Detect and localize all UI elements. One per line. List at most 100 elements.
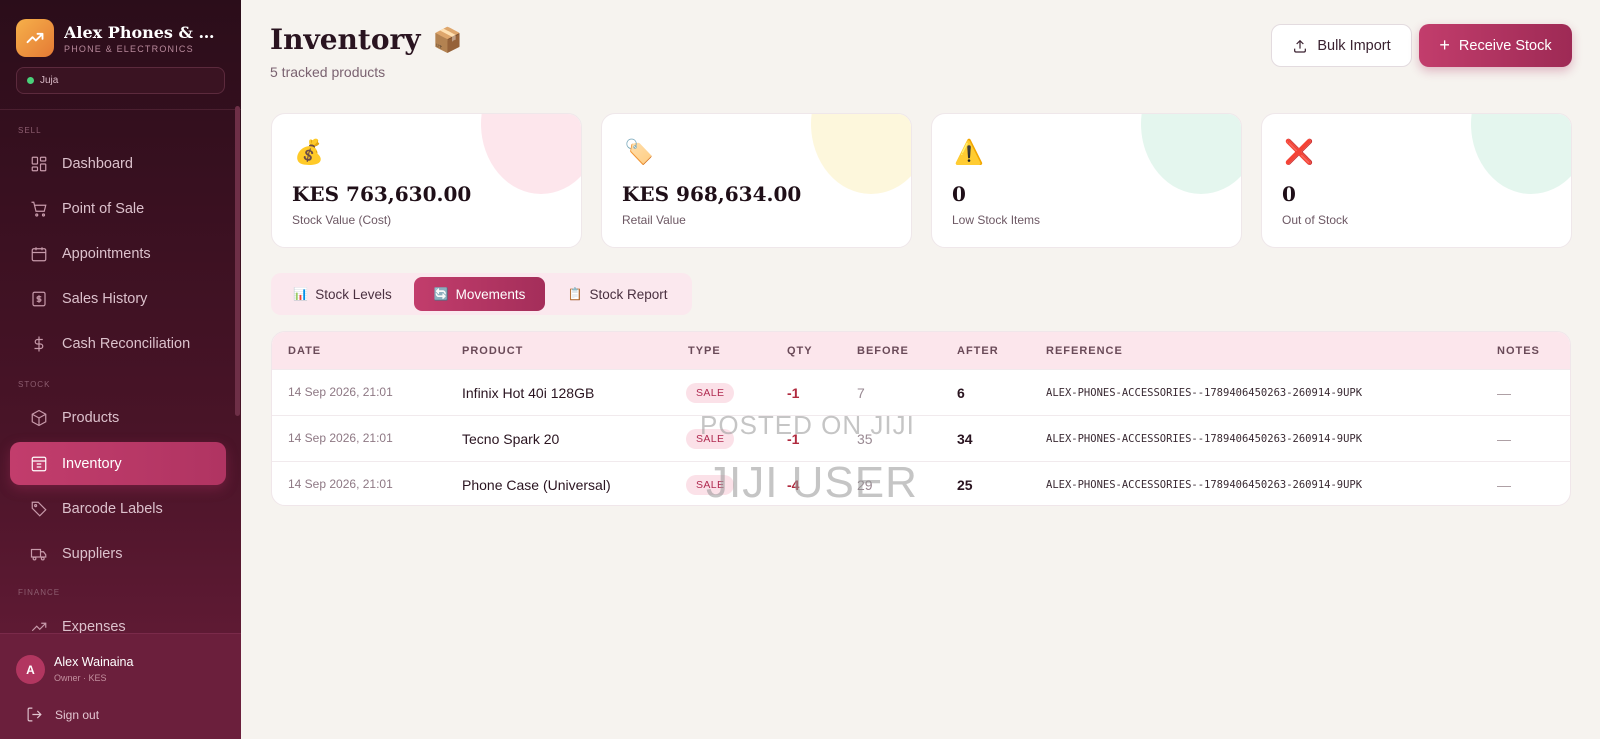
cross-icon: ❌ — [1284, 139, 1314, 166]
bar-chart-icon: 📊 — [293, 287, 309, 301]
receive-stock-button[interactable]: + Receive Stock — [1419, 24, 1572, 67]
receipt-icon — [32, 291, 46, 306]
avatar[interactable]: A — [16, 655, 45, 684]
bulk-import-label: Bulk Import — [1317, 37, 1391, 54]
column-header-type[interactable]: TYPE — [688, 345, 721, 357]
cell-after: 25 — [957, 477, 973, 493]
watermark-line-2: JIJI USER — [706, 458, 918, 507]
column-header-before[interactable]: BEFORE — [857, 345, 909, 357]
table-header: DATE PRODUCT TYPE QTY BEFORE AFTER REFER… — [272, 332, 1570, 369]
branch-selector[interactable]: Juja — [16, 67, 225, 94]
stat-label: Stock Value (Cost) — [292, 213, 392, 227]
tab-label: Movements — [455, 286, 526, 302]
cell-qty: -1 — [787, 385, 800, 401]
sidebar-item-sales-history[interactable]: Sales History — [10, 277, 226, 320]
user-profile: A Alex Wainaina Owner · KES Sign out — [0, 633, 241, 739]
money-bag-icon: 💰 — [294, 139, 324, 166]
cell-after: 34 — [957, 431, 973, 447]
bulk-import-button[interactable]: Bulk Import — [1271, 24, 1412, 67]
sign-out-button[interactable]: Sign out — [26, 706, 99, 723]
table-row[interactable]: 14 Sep 2026, 21:01 Infinix Hot 40i 128GB… — [272, 369, 1570, 415]
stat-value: KES 763,630.00 — [292, 182, 472, 206]
tab-stock-report[interactable]: 📋 Stock Report — [549, 277, 686, 311]
cell-after: 6 — [957, 385, 965, 401]
column-header-reference[interactable]: REFERENCE — [1046, 345, 1123, 357]
sidebar-item-label: Point of Sale — [62, 200, 145, 217]
plus-icon: + — [1439, 35, 1450, 55]
dollar-icon — [34, 336, 44, 351]
stat-card-stock-value: 💰 KES 763,630.00 Stock Value (Cost) — [271, 113, 582, 248]
sidebar-item-inventory[interactable]: Inventory — [10, 442, 226, 485]
truck-icon — [30, 548, 47, 560]
cell-product: Infinix Hot 40i 128GB — [462, 385, 595, 401]
cell-reference: ALEX-PHONES-ACCESSORIES--1789406450263-2… — [1046, 387, 1363, 399]
sidebar-item-label: Products — [62, 409, 120, 426]
clipboard-icon: 📋 — [567, 287, 583, 301]
tab-movements[interactable]: 🔄 Movements — [414, 277, 545, 311]
user-role: Owner · KES — [54, 673, 107, 683]
stat-label: Low Stock Items — [952, 213, 1041, 227]
sidebar-item-label: Dashboard — [62, 155, 133, 172]
movements-table: DATE PRODUCT TYPE QTY BEFORE AFTER REFER… — [271, 331, 1571, 506]
sidebar-item-point-of-sale[interactable]: Point of Sale — [10, 187, 226, 230]
sidebar-item-label: Appointments — [62, 245, 151, 262]
watermark-line-1: POSTED ON JIJI — [700, 410, 915, 440]
column-header-after[interactable]: AFTER — [957, 345, 999, 357]
upload-icon — [1294, 39, 1307, 53]
sidebar-scrollbar[interactable] — [235, 106, 240, 416]
stat-card-retail-value: 🏷️ KES 968,634.00 Retail Value — [601, 113, 912, 248]
sidebar-item-cash-reconciliation[interactable]: Cash Reconciliation — [10, 322, 226, 365]
sign-out-label: Sign out — [55, 707, 100, 722]
stat-card-low-stock: ⚠️ 0 Low Stock Items — [931, 113, 1242, 248]
column-header-notes[interactable]: NOTES — [1497, 345, 1540, 357]
brand-name: Alex Phones & Acce... — [64, 22, 224, 42]
inventory-icon — [31, 456, 47, 471]
stat-value: KES 968,634.00 — [622, 182, 802, 206]
stat-value: 0 — [952, 182, 966, 206]
branch-name: Juja — [40, 75, 59, 86]
sidebar-item-label: Cash Reconciliation — [62, 335, 191, 352]
dashboard-icon — [31, 156, 47, 171]
sidebar-item-label: Sales History — [62, 290, 148, 307]
tab-stock-levels[interactable]: 📊 Stock Levels — [275, 277, 410, 311]
cell-product: Phone Case (Universal) — [462, 477, 611, 493]
type-badge: SALE — [686, 383, 735, 403]
table-row[interactable]: 14 Sep 2026, 21:01 Tecno Spark 20 SALE -… — [272, 415, 1570, 461]
calendar-icon — [31, 246, 47, 261]
sidebar-item-barcode-labels[interactable]: Barcode Labels — [10, 487, 226, 530]
card-decoration — [481, 114, 581, 194]
stat-value: 0 — [1282, 182, 1296, 206]
section-label-stock: STOCK — [18, 380, 51, 389]
sidebar-divider — [0, 109, 241, 110]
sidebar-item-label: Suppliers — [62, 545, 123, 562]
column-header-product[interactable]: PRODUCT — [462, 345, 523, 357]
warning-icon: ⚠️ — [954, 139, 984, 166]
stat-label: Out of Stock — [1282, 213, 1349, 227]
tab-label: Stock Levels — [315, 286, 392, 302]
cell-reference: ALEX-PHONES-ACCESSORIES--1789406450263-2… — [1046, 479, 1363, 491]
tab-label: Stock Report — [589, 286, 668, 302]
card-decoration — [1471, 114, 1571, 194]
sidebar-item-appointments[interactable]: Appointments — [10, 232, 226, 275]
cell-reference: ALEX-PHONES-ACCESSORIES--1789406450263-2… — [1046, 433, 1363, 445]
cart-icon — [31, 201, 47, 217]
inventory-tabs: 📊 Stock Levels 🔄 Movements 📋 Stock Repor… — [271, 273, 692, 315]
cell-date: 14 Sep 2026, 21:01 — [288, 477, 393, 491]
page-subtitle: 5 tracked products — [270, 64, 386, 80]
sidebar-item-products[interactable]: Products — [10, 396, 226, 439]
card-decoration — [1141, 114, 1241, 194]
sidebar-item-suppliers[interactable]: Suppliers — [10, 532, 226, 575]
column-header-qty[interactable]: QTY — [787, 345, 813, 357]
stat-label: Retail Value — [622, 213, 686, 227]
price-tag-icon: 🏷️ — [624, 139, 654, 166]
trend-up-icon — [26, 32, 44, 44]
cell-date: 14 Sep 2026, 21:01 — [288, 385, 393, 399]
sidebar-item-label: Inventory — [62, 455, 122, 472]
table-row[interactable]: 14 Sep 2026, 21:01 Phone Case (Universal… — [272, 461, 1570, 505]
brand[interactable]: Alex Phones & Acce... PHONE & ELECTRONIC… — [0, 0, 241, 58]
column-header-date[interactable]: DATE — [288, 345, 321, 357]
tag-icon — [31, 501, 47, 517]
cell-date: 14 Sep 2026, 21:01 — [288, 431, 393, 445]
sidebar: Alex Phones & Acce... PHONE & ELECTRONIC… — [0, 0, 241, 739]
sidebar-item-dashboard[interactable]: Dashboard — [10, 142, 226, 185]
